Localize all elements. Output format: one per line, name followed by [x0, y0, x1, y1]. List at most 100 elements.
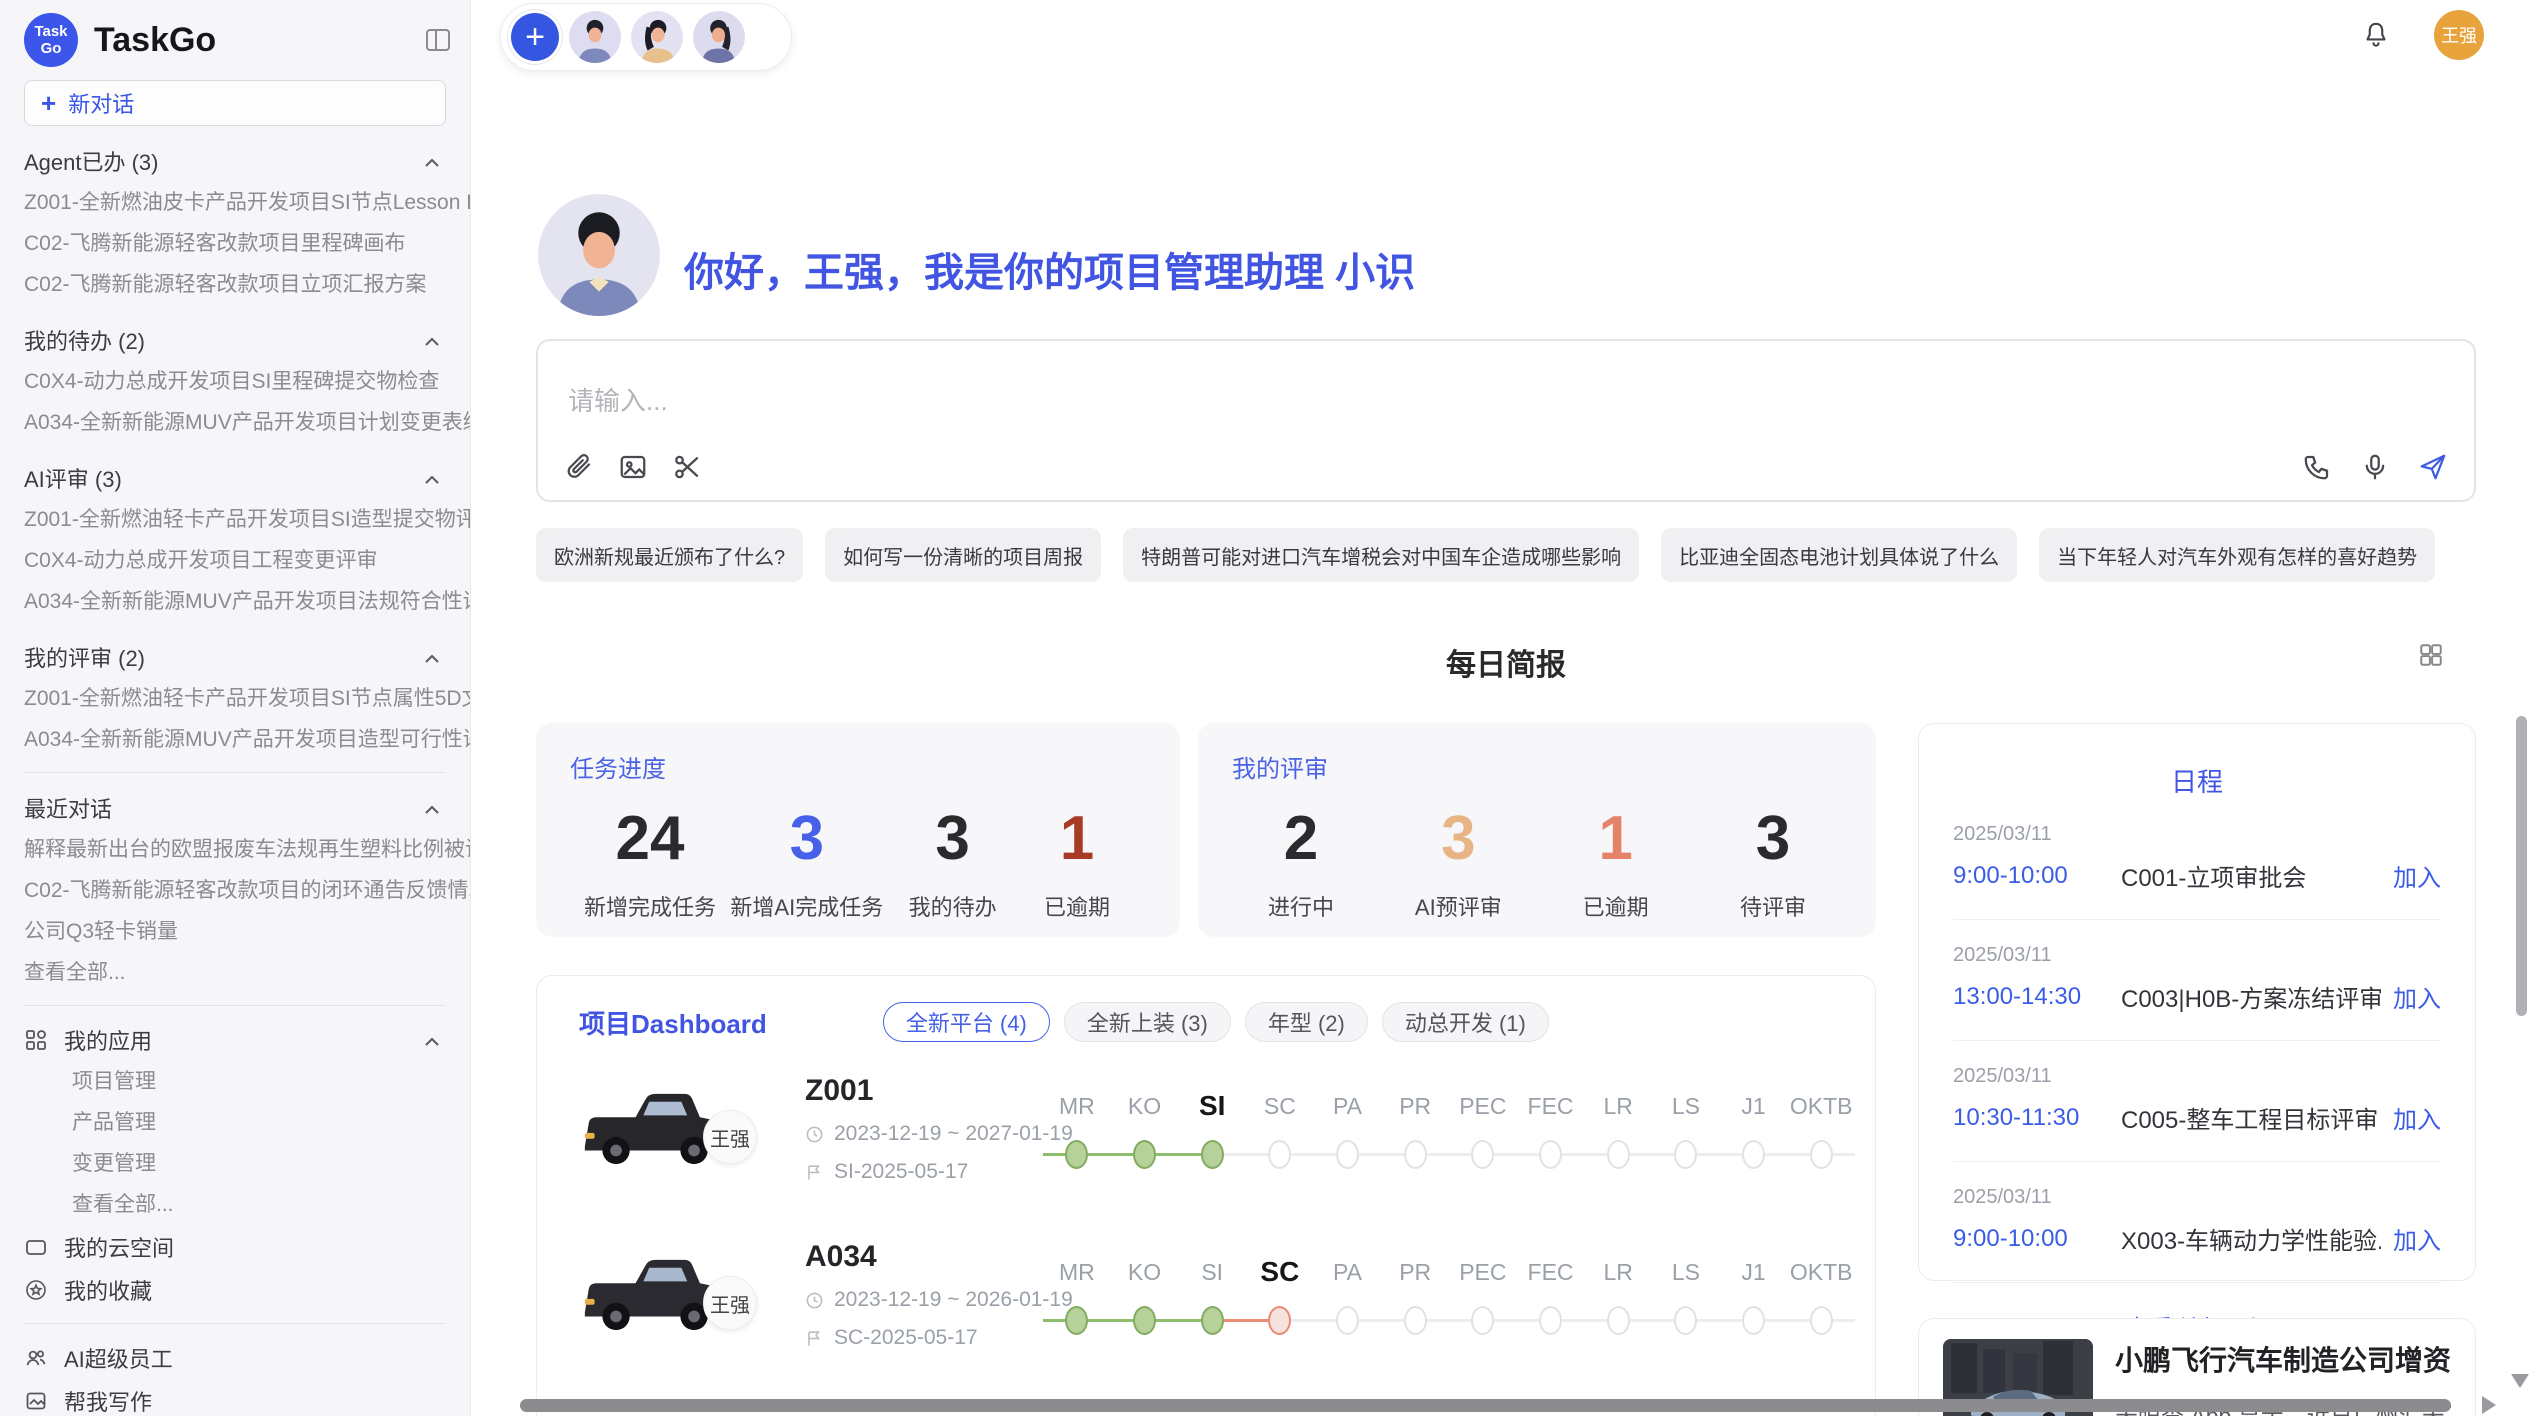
suggestion-chip[interactable]: 特朗普可能对进口汽车增税会对中国车企造成哪些影响: [1123, 528, 1639, 582]
milestone[interactable]: PEC: [1449, 1253, 1517, 1337]
sidebar-item-app[interactable]: 变更管理: [24, 1143, 470, 1184]
sidebar-item-help-write[interactable]: 帮我写作: [24, 1379, 470, 1416]
milestone[interactable]: MR: [1043, 1087, 1111, 1171]
milestone[interactable]: MR: [1043, 1253, 1111, 1337]
scissors-icon[interactable]: [670, 450, 704, 484]
horizontal-scrollbar[interactable]: [520, 1399, 2451, 1412]
sidebar-view-all-apps[interactable]: 查看全部...: [24, 1184, 470, 1225]
sidebar-item[interactable]: Z001-全新燃油皮卡产品开发项目SI节点Lesson Learn报告: [24, 182, 470, 223]
milestone[interactable]: OKTB: [1787, 1087, 1855, 1171]
milestone[interactable]: KO: [1111, 1253, 1179, 1337]
milestone[interactable]: J1: [1720, 1253, 1788, 1337]
paperclip-icon[interactable]: [562, 450, 596, 484]
sidebar-item-app[interactable]: 项目管理: [24, 1061, 470, 1102]
milestone[interactable]: KO: [1111, 1087, 1179, 1171]
milestone[interactable]: LR: [1584, 1253, 1652, 1337]
tab-new-body[interactable]: 全新上装 (3): [1064, 1002, 1231, 1042]
sidebar-item[interactable]: C0X4-动力总成开发项目SI里程碑提交物检查: [24, 361, 470, 402]
sidebar-item[interactable]: 公司Q3轻卡销量: [24, 911, 470, 952]
join-link[interactable]: 加入: [2393, 1100, 2441, 1135]
join-link[interactable]: 加入: [2393, 858, 2441, 893]
stat[interactable]: 1 已逾期: [1022, 802, 1132, 922]
milestone[interactable]: FEC: [1517, 1087, 1585, 1171]
chat-composer[interactable]: 请输入...: [536, 339, 2476, 502]
scroll-down-arrow-icon[interactable]: [2511, 1374, 2529, 1388]
milestone[interactable]: PEC: [1449, 1087, 1517, 1171]
milestone[interactable]: PR: [1381, 1087, 1449, 1171]
milestone[interactable]: LS: [1652, 1253, 1720, 1337]
sidebar-item[interactable]: C02-飞腾新能源轻客改款项目的闭环通告反馈情况: [24, 870, 470, 911]
sidebar-item[interactable]: A034-全新新能源MUV产品开发项目计划变更表编写: [24, 402, 470, 443]
stat[interactable]: 24 新增完成任务: [584, 802, 716, 922]
chevron-up-icon[interactable]: [424, 795, 440, 821]
stat[interactable]: 3 我的待办: [898, 802, 1008, 922]
avatar[interactable]: [693, 11, 745, 63]
sidebar-item[interactable]: C02-飞腾新能源轻客改款项目立项汇报方案: [24, 264, 470, 305]
sidebar-section-my-review[interactable]: 我的评审 (2): [24, 636, 470, 678]
milestone[interactable]: SI: [1178, 1087, 1246, 1171]
chevron-up-icon[interactable]: [424, 327, 440, 353]
milestone[interactable]: PR: [1381, 1253, 1449, 1337]
user-avatar[interactable]: 王强: [2434, 10, 2484, 60]
stat[interactable]: 3 待评审: [1718, 802, 1828, 922]
tab-all-new-platform[interactable]: 全新平台 (4): [883, 1002, 1050, 1042]
sidebar-toggle-icon[interactable]: [424, 26, 452, 54]
stat[interactable]: 3 AI预评审: [1403, 802, 1513, 922]
join-link[interactable]: 加入: [2393, 979, 2441, 1014]
milestone[interactable]: LS: [1652, 1087, 1720, 1171]
microphone-icon[interactable]: [2358, 450, 2392, 484]
sidebar-item-my-apps[interactable]: 我的应用: [24, 1018, 470, 1061]
avatar[interactable]: [631, 11, 683, 63]
add-session-button[interactable]: +: [511, 13, 559, 61]
suggestion-chip[interactable]: 当下年轻人对汽车外观有怎样的喜好趋势: [2039, 528, 2435, 582]
sidebar-section-recent[interactable]: 最近对话: [24, 787, 470, 829]
stat[interactable]: 2 进行中: [1246, 802, 1356, 922]
chevron-up-icon[interactable]: [424, 148, 440, 174]
phone-icon[interactable]: [2300, 450, 2334, 484]
project-row[interactable]: 王强 A034 2023-12-19 ~ 2026-01-19 S: [579, 1216, 1875, 1374]
stat[interactable]: 3 新增AI完成任务: [730, 802, 883, 922]
milestone[interactable]: PA: [1314, 1087, 1382, 1171]
sidebar-item[interactable]: Z001-全新燃油轻卡产品开发项目SI造型提交物评审: [24, 499, 470, 540]
tab-year-model[interactable]: 年型 (2): [1245, 1002, 1368, 1042]
sidebar-item-favorites[interactable]: 我的收藏: [24, 1268, 470, 1311]
scroll-right-arrow-icon[interactable]: [2482, 1396, 2496, 1414]
milestone[interactable]: FEC: [1517, 1253, 1585, 1337]
sidebar-item[interactable]: A034-全新新能源MUV产品开发项目造型可行性评审: [24, 719, 470, 760]
new-chat-button[interactable]: + 新对话: [24, 80, 446, 126]
chevron-up-icon[interactable]: [424, 465, 440, 491]
sidebar-item-cloud-space[interactable]: 我的云空间: [24, 1225, 470, 1268]
sidebar-item[interactable]: Z001-全新燃油轻卡产品开发项目SI节点属性5D文件评审: [24, 678, 470, 719]
sidebar-item[interactable]: C0X4-动力总成开发项目工程变更评审: [24, 540, 470, 581]
milestone[interactable]: OKTB: [1787, 1253, 1855, 1337]
sidebar-section-my-todo[interactable]: 我的待办 (2): [24, 319, 470, 361]
milestone[interactable]: J1: [1720, 1087, 1788, 1171]
sidebar-item[interactable]: A034-全新新能源MUV产品开发项目法规符合性评审: [24, 581, 470, 622]
sidebar-section-ai-review[interactable]: AI评审 (3): [24, 457, 470, 499]
sidebar-section-agent-done[interactable]: Agent已办 (3): [24, 140, 470, 182]
layout-grid-icon[interactable]: [2418, 642, 2444, 673]
project-row[interactable]: 王强 Z001 2023-12-19 ~ 2027-01-19 S: [579, 1050, 1875, 1208]
milestone[interactable]: PA: [1314, 1253, 1382, 1337]
suggestion-chip[interactable]: 欧洲新规最近颁布了什么?: [536, 528, 803, 582]
image-icon[interactable]: [616, 450, 650, 484]
milestone[interactable]: SC: [1246, 1253, 1314, 1337]
stat[interactable]: 1 已逾期: [1561, 802, 1671, 922]
sidebar-item-ai-staff[interactable]: AI超级员工: [24, 1336, 470, 1379]
send-icon[interactable]: [2416, 450, 2450, 484]
milestone[interactable]: LR: [1584, 1087, 1652, 1171]
milestone[interactable]: SI: [1178, 1253, 1246, 1337]
chevron-up-icon[interactable]: [424, 644, 440, 670]
join-link[interactable]: 加入: [2393, 1221, 2441, 1256]
sidebar-item-app[interactable]: 产品管理: [24, 1102, 470, 1143]
avatar[interactable]: [569, 11, 621, 63]
chevron-up-icon[interactable]: [424, 1027, 440, 1053]
sidebar-view-all-chats[interactable]: 查看全部...: [24, 952, 470, 993]
sidebar-item[interactable]: C02-飞腾新能源轻客改款项目里程碑画布: [24, 223, 470, 264]
notification-bell-icon[interactable]: [2361, 20, 2391, 50]
tab-powertrain[interactable]: 动总开发 (1): [1382, 1002, 1549, 1042]
milestone[interactable]: SC: [1246, 1087, 1314, 1171]
suggestion-chip[interactable]: 比亚迪全固态电池计划具体说了什么: [1661, 528, 2017, 582]
suggestion-chip[interactable]: 如何写一份清晰的项目周报: [825, 528, 1101, 582]
sidebar-item[interactable]: 解释最新出台的欧盟报废车法规再生塑料比例被调至15%...: [24, 829, 470, 870]
